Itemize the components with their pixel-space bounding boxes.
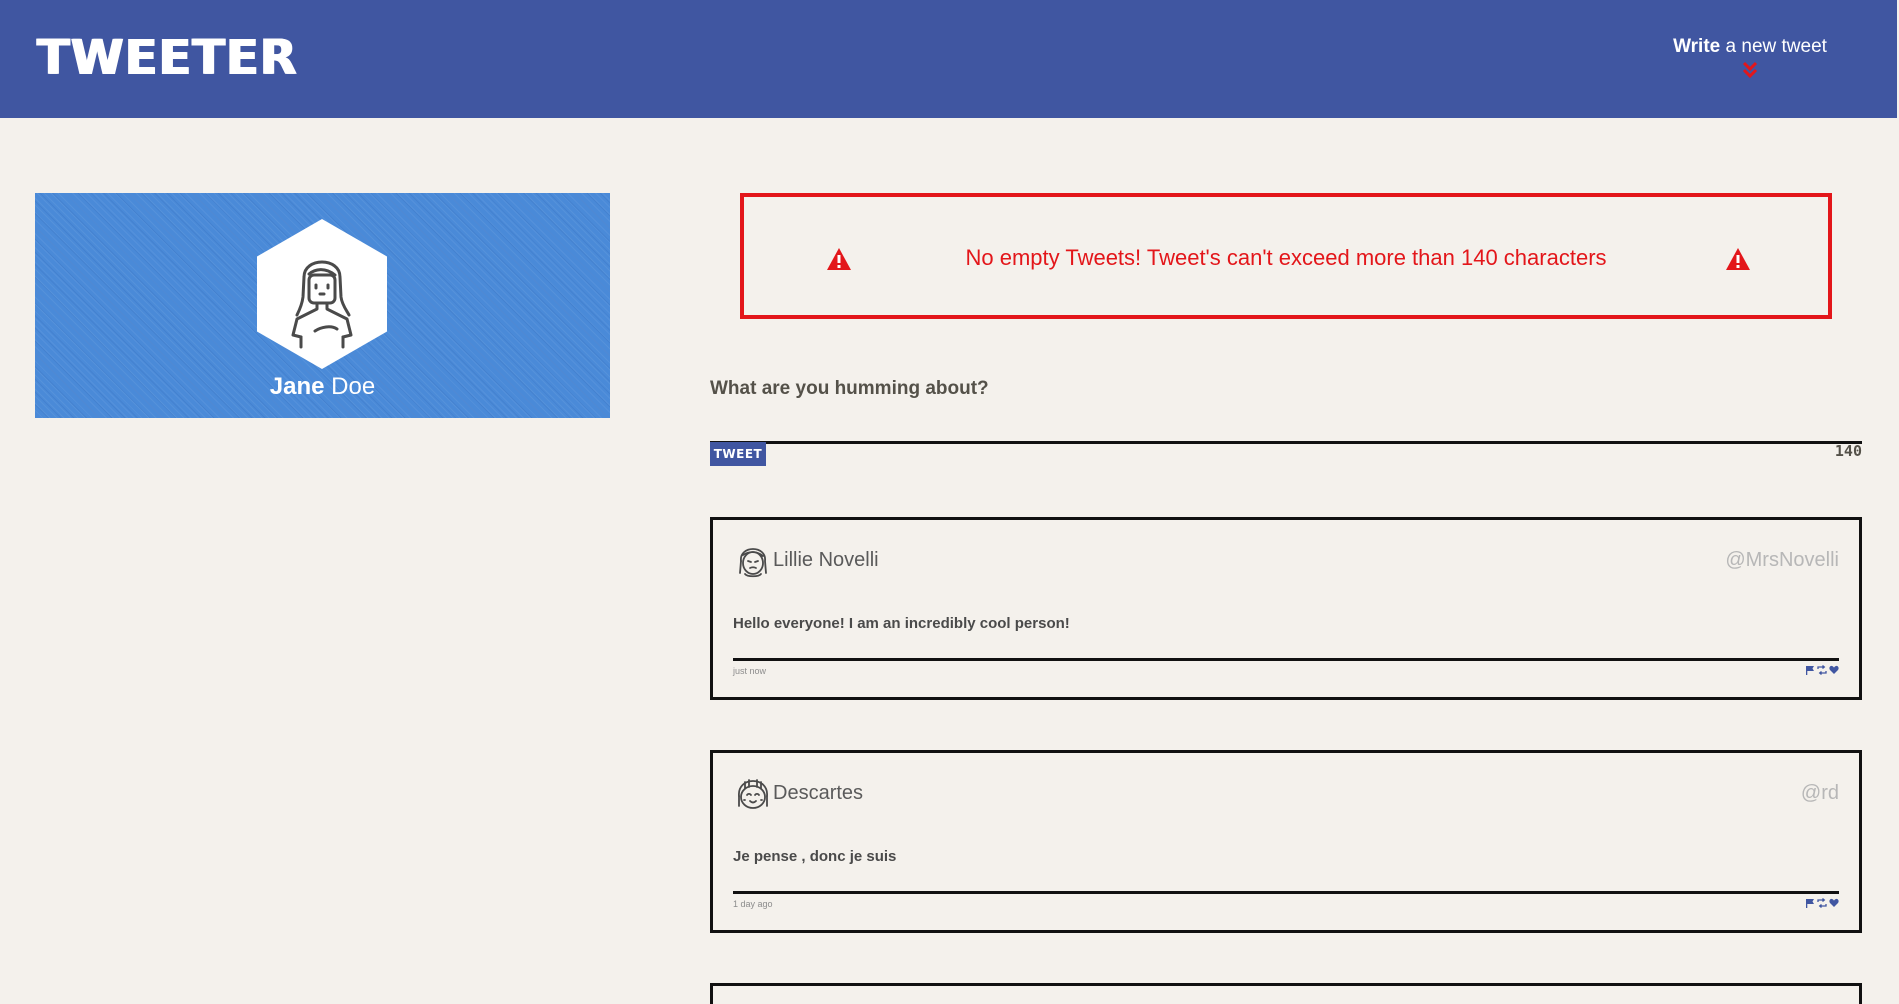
profile-first-name: Jane: [269, 373, 325, 400]
heart-icon[interactable]: [1829, 898, 1839, 908]
tweet-text: Je pense , donc je suis: [733, 848, 897, 865]
tweet-timestamp: 1 day ago: [733, 899, 773, 909]
tweet-text-input[interactable]: [710, 416, 1862, 444]
tweet-header: Descartes @rd: [733, 772, 1839, 816]
warning-triangle-icon: [1726, 248, 1750, 270]
retweet-icon[interactable]: [1817, 898, 1827, 908]
top-navbar: TWEETER Write a new tweet: [0, 0, 1897, 118]
tweet-author-name: Lillie Novelli: [773, 549, 879, 571]
double-chevron-down-icon[interactable]: [1740, 60, 1760, 80]
user-profile-card: Jane Doe: [35, 193, 610, 418]
tweet-author-name: Descartes: [773, 782, 864, 804]
character-counter: 140: [1834, 442, 1862, 460]
tweet-submit-button[interactable]: TWEET: [710, 442, 766, 466]
tweet-card: Lillie Novelli @MrsNovelli Hello everyon…: [710, 517, 1862, 700]
girl-avatar-icon: [739, 548, 767, 578]
write-new-tweet-toggle[interactable]: Write a new tweet: [1660, 36, 1840, 80]
tweet-actions: [1805, 665, 1839, 675]
write-label-bold: Write: [1673, 36, 1721, 57]
tweet-actions: [1805, 898, 1839, 908]
write-label-rest: a new tweet: [1720, 36, 1827, 57]
profile-last-name: Doe: [324, 373, 376, 400]
new-tweet-composer: What are you humming about? TWEET 140: [710, 378, 1862, 466]
smiling-avatar-icon: [738, 779, 768, 809]
tweet-text: Hello everyone! I am an incredibly cool …: [733, 615, 1070, 632]
tweet-timestamp: just now: [733, 666, 767, 676]
error-message-box: No empty Tweets! Tweet's can't exceed mo…: [740, 193, 1832, 319]
profile-avatar-hexagon: [257, 219, 387, 369]
compose-prompt-label: What are you humming about?: [710, 378, 989, 399]
error-message-text: No empty Tweets! Tweet's can't exceed mo…: [965, 245, 1607, 270]
tweet-card: [710, 983, 1862, 1004]
tweet-footer: 1 day ago: [733, 891, 1839, 915]
tweet-header: Lillie Novelli @MrsNovelli: [733, 539, 1839, 583]
flag-icon[interactable]: [1805, 898, 1815, 908]
profile-name: Jane Doe: [35, 373, 610, 401]
tweet-footer: just now: [733, 658, 1839, 682]
tweet-author-handle: @rd: [1800, 782, 1839, 804]
brand-logo[interactable]: TWEETER: [37, 30, 298, 86]
tweet-author-handle: @MrsNovelli: [1725, 549, 1839, 571]
flag-icon[interactable]: [1805, 665, 1815, 675]
heart-icon[interactable]: [1829, 665, 1839, 675]
retweet-icon[interactable]: [1817, 665, 1827, 675]
tweet-card: Descartes @rd Je pense , donc je suis 1 …: [710, 750, 1862, 933]
